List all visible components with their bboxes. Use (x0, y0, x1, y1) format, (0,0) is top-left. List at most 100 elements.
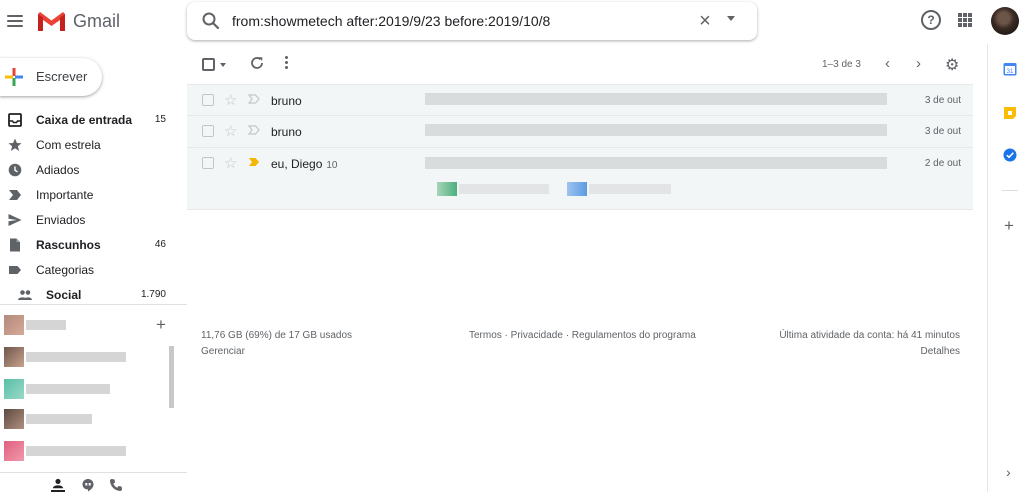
search-icon[interactable] (201, 11, 221, 31)
storage-usage: 11,76 GB (69%) de 17 GB usados (201, 330, 353, 341)
search-options-caret-icon[interactable] (727, 16, 735, 21)
gmail-logo[interactable]: Gmail (36, 9, 120, 33)
new-conversation-icon[interactable]: + (156, 315, 166, 335)
compose-button[interactable]: Escrever (0, 58, 102, 96)
sender-name: bruno (271, 125, 302, 139)
last-activity: Última atividade da conta: há 41 minutos (779, 330, 960, 341)
clear-search-icon[interactable]: × (696, 11, 714, 31)
gmail-logo-text: Gmail (73, 10, 121, 31)
sender-name: bruno (271, 94, 302, 108)
terms-links[interactable]: Termos · Privacidade · Regulamentos do p… (469, 330, 696, 341)
contact-avatar (4, 315, 24, 335)
sidebar-item-label: Categorias (36, 263, 95, 277)
star-toggle-icon[interactable]: ☆ (224, 154, 237, 172)
calendar-icon[interactable]: 31 (1003, 62, 1017, 76)
email-checkbox[interactable] (202, 157, 214, 169)
sidebar-item-important[interactable]: Importante (0, 183, 187, 208)
sidebar-item-sent[interactable]: Enviados (0, 208, 187, 233)
mail-toolbar: 1–3 de 3 ‹ › ⚙ (187, 44, 973, 84)
account-avatar[interactable] (991, 7, 1019, 35)
search-input[interactable]: from:showmetech after:2019/9/23 before:2… (232, 13, 550, 29)
get-addons-icon[interactable]: + (1004, 216, 1014, 236)
select-options-caret-icon[interactable] (220, 63, 226, 67)
email-sender: bruno (271, 125, 302, 139)
top-bar: Gmail from:showmetech after:2019/9/23 be… (0, 0, 1024, 44)
folder-nav: Caixa de entrada 15 Com estrela Adiados … (0, 108, 187, 308)
attachment-chip[interactable] (567, 182, 587, 196)
compose-label: Escrever (36, 69, 88, 84)
contact-avatar (4, 409, 24, 429)
attachment-chip[interactable] (437, 182, 457, 196)
email-row[interactable]: ☆ eu, Diego 10 2 de out (187, 147, 973, 210)
side-panel-divider (1002, 190, 1018, 191)
important-marker-icon[interactable] (248, 125, 260, 135)
google-apps-icon[interactable] (958, 13, 972, 27)
redacted-subject (425, 124, 887, 136)
help-icon[interactable]: ? (921, 10, 941, 30)
redacted-attachment-name (459, 184, 549, 194)
unread-count: 15 (154, 114, 166, 125)
star-toggle-icon[interactable]: ☆ (224, 122, 237, 140)
contact-avatar (4, 347, 24, 367)
sidebar-item-label: Com estrela (36, 138, 101, 152)
social-count: 1.790 (140, 289, 166, 300)
manage-storage-link[interactable]: Gerenciar (201, 346, 245, 357)
redacted-subject (425, 157, 887, 169)
important-marker-icon[interactable] (248, 94, 260, 104)
select-all-checkbox[interactable] (202, 58, 215, 71)
activity-details-link[interactable]: Detalhes (921, 346, 960, 357)
contact-avatar (4, 441, 24, 461)
email-date: 3 de out (924, 95, 961, 106)
people-icon (18, 290, 32, 300)
sidebar-item-drafts[interactable]: Rascunhos 46 (0, 233, 187, 258)
phone-icon[interactable] (109, 478, 123, 492)
clock-icon (8, 163, 22, 177)
sender-name: eu, Diego (271, 157, 323, 171)
thread-count: 10 (326, 160, 338, 171)
sidebar-item-inbox[interactable]: Caixa de entrada 15 (0, 108, 187, 133)
more-options-icon[interactable] (284, 56, 288, 72)
hangouts-panel: + (0, 304, 187, 472)
compose-plus-icon (5, 68, 23, 86)
email-row[interactable]: ☆ bruno 3 de out (187, 84, 973, 115)
contact-name-redacted (26, 352, 126, 362)
draft-icon (10, 238, 20, 252)
email-date: 3 de out (924, 126, 961, 137)
sidebar-item-label: Adiados (36, 163, 80, 177)
redacted-subject (425, 93, 887, 105)
hangouts-icon[interactable] (81, 478, 95, 492)
email-checkbox[interactable] (202, 125, 214, 137)
contact-name-redacted (26, 414, 92, 424)
newer-page-icon[interactable]: › (916, 55, 921, 72)
sidebar-item-label: Importante (36, 188, 94, 202)
keep-icon[interactable] (1003, 106, 1017, 120)
older-page-icon[interactable]: ‹ (885, 55, 890, 72)
redacted-attachment-name (589, 184, 671, 194)
sidebar-item-snoozed[interactable]: Adiados (0, 158, 187, 183)
gmail-m-icon (38, 12, 65, 31)
contact-name-redacted (26, 384, 110, 394)
email-date: 2 de out (924, 158, 961, 169)
side-panel: 31 + › (987, 44, 1024, 492)
contact-avatar (4, 379, 24, 399)
sidebar-item-starred[interactable]: Com estrela (0, 133, 187, 158)
search-box[interactable]: from:showmetech after:2019/9/23 before:2… (187, 2, 757, 40)
tasks-icon[interactable] (1003, 148, 1017, 162)
email-sender: eu, Diego 10 (271, 157, 338, 171)
email-row[interactable]: ☆ bruno 3 de out (187, 115, 973, 147)
svg-text:31: 31 (1007, 69, 1014, 75)
sidebar-item-categories[interactable]: Categorias (0, 258, 187, 283)
label-icon (9, 266, 21, 274)
hangouts-scrollbar[interactable] (169, 346, 174, 408)
hangouts-tabs (0, 472, 187, 492)
main-menu-icon[interactable] (4, 9, 26, 33)
settings-gear-icon[interactable]: ⚙ (945, 55, 959, 75)
expand-panel-icon[interactable]: › (1006, 464, 1011, 480)
email-sender: bruno (271, 94, 302, 108)
pagination-range: 1–3 de 3 (822, 59, 861, 70)
person-icon[interactable] (51, 478, 65, 492)
refresh-icon[interactable] (249, 55, 265, 71)
important-marker-icon[interactable] (248, 157, 260, 167)
email-checkbox[interactable] (202, 94, 214, 106)
star-toggle-icon[interactable]: ☆ (224, 91, 237, 109)
